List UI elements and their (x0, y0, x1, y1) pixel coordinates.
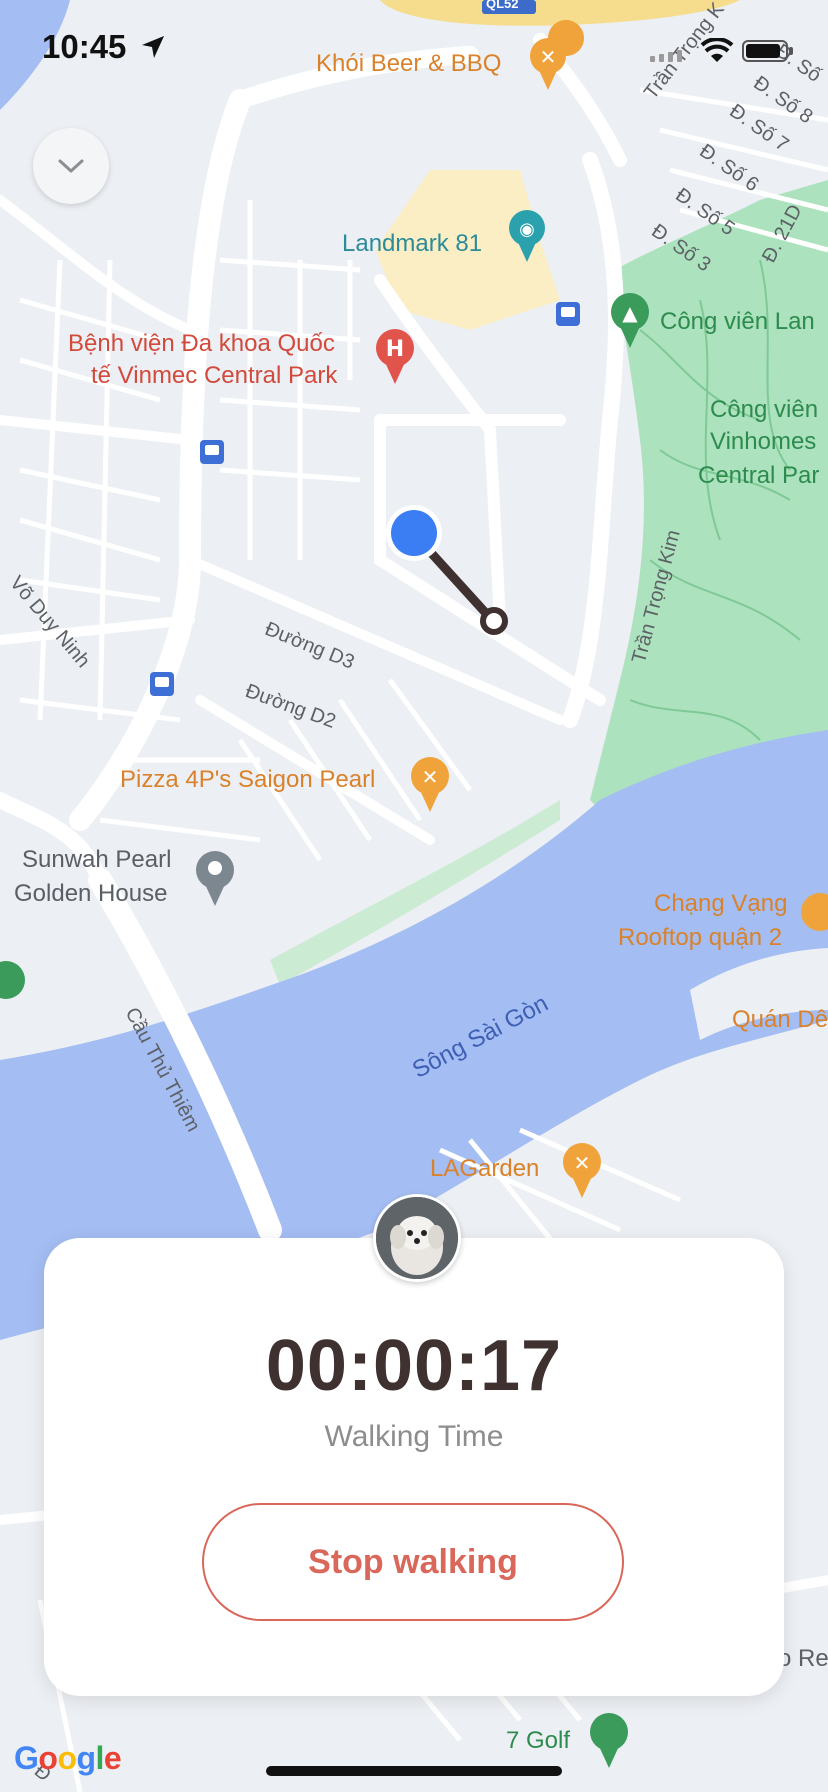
home-indicator[interactable] (266, 1766, 562, 1776)
pet-avatar[interactable] (373, 1194, 461, 1282)
poi-lagarden[interactable]: LAGarden (430, 1155, 539, 1183)
google-logo: Google (14, 1740, 122, 1777)
poi-chang-vang-line1[interactable]: Chạng Vạng (654, 890, 787, 918)
svg-text:✕: ✕ (574, 1151, 591, 1175)
google-logo-l: l (95, 1740, 105, 1776)
current-location-dot (391, 510, 437, 556)
wifi-icon (700, 38, 734, 62)
walking-timer: 00:00:17 (265, 1326, 563, 1406)
chevron-down-icon (58, 159, 84, 173)
google-logo-g: G (14, 1740, 39, 1776)
poi-chang-vang-line2[interactable]: Rooftop quận 2 (618, 924, 782, 952)
collapse-button[interactable] (33, 128, 109, 204)
poi-o-re: o Re (778, 1645, 828, 1672)
stop-walking-button[interactable]: Stop walking (202, 1503, 624, 1621)
svg-text:◉: ◉ (519, 219, 535, 240)
svg-text:✕: ✕ (422, 765, 439, 789)
location-arrow-icon (141, 36, 164, 58)
google-logo-o1: o (38, 1740, 58, 1776)
walk-card (44, 1238, 784, 1696)
poi-vinmec-line2[interactable]: tế Vinmec Central Park (91, 362, 337, 390)
trail-start-point (480, 607, 508, 635)
poi-pizza-4p[interactable]: Pizza 4P's Saigon Pearl (120, 766, 375, 794)
google-logo-g2: g (76, 1740, 96, 1776)
walking-time-label: Walking Time (324, 1420, 504, 1453)
poi-cong-vien-lan[interactable]: Công viên Lan (660, 308, 815, 336)
status-time-text: 10:45 (42, 28, 127, 65)
google-logo-e: e (103, 1740, 122, 1776)
poi-vinhomes-line2[interactable]: Vinhomes (710, 428, 816, 456)
battery-icon (742, 40, 793, 62)
cellular-signal-icon (650, 50, 682, 62)
poi-vinhomes-line3[interactable]: Central Par (698, 462, 819, 490)
poi-sunwah-line2[interactable]: Golden House (14, 880, 167, 908)
status-time: 10:45 (42, 28, 166, 66)
poi-sunwah-line1[interactable]: Sunwah Pearl (22, 846, 171, 874)
poi-7-golf[interactable]: 7 Golf (506, 1727, 570, 1755)
svg-text:▲: ▲ (622, 301, 638, 325)
dog-photo (376, 1197, 458, 1279)
poi-vinhomes-line1[interactable]: Công viên (710, 396, 818, 424)
svg-text:H: H (386, 337, 404, 362)
poi-quan-de[interactable]: Quán Dê (732, 1006, 828, 1034)
status-bar: 10:45 (0, 0, 828, 100)
google-logo-o2: o (57, 1740, 77, 1776)
poi-vinmec-line1[interactable]: Bệnh viện Đa khoa Quốc (68, 330, 335, 358)
poi-landmark-81[interactable]: Landmark 81 (342, 230, 482, 258)
stop-walking-label: Stop walking (308, 1542, 518, 1581)
